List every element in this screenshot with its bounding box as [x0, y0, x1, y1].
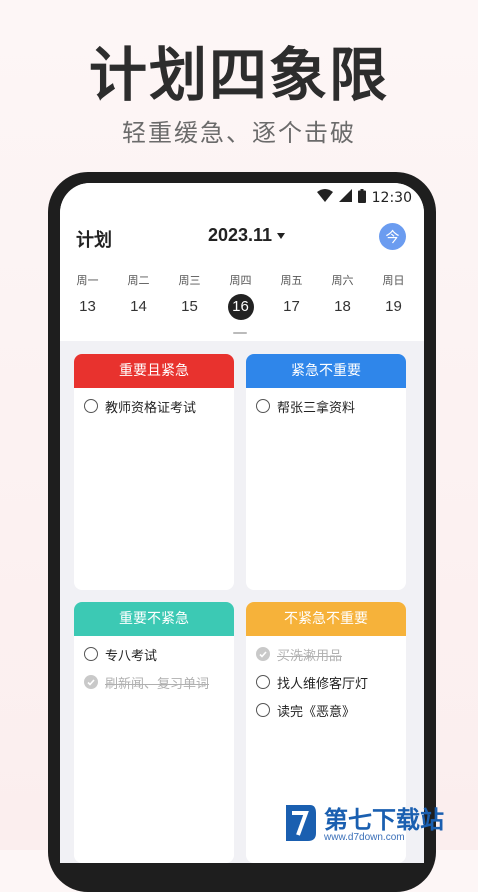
wifi-icon: [316, 189, 333, 207]
unchecked-circle-icon[interactable]: [84, 399, 98, 413]
task-item[interactable]: 找人维修客厅灯: [246, 668, 406, 696]
checked-circle-icon[interactable]: [84, 675, 98, 689]
unchecked-circle-icon[interactable]: [256, 675, 270, 689]
task-text: 买洗漱用品: [277, 648, 343, 664]
task-item[interactable]: 专八考试: [74, 640, 234, 668]
day-16[interactable]: 周四 16: [215, 272, 266, 320]
day-name: 周日: [382, 274, 405, 287]
status-bar: 12:30: [316, 187, 412, 209]
watermark: 第七下载站 www.d7down.com: [282, 800, 478, 850]
task-text: 找人维修客厅灯: [277, 676, 369, 692]
task-item[interactable]: 帮张三拿资料: [246, 392, 406, 420]
unchecked-circle-icon[interactable]: [256, 703, 270, 717]
day-number: 18: [334, 298, 351, 315]
quadrant-urgent-not-important: 紧急不重要帮张三拿资料: [246, 354, 406, 590]
hero-title: 计划四象限: [88, 41, 389, 109]
task-text: 读完《恶意》: [277, 704, 356, 720]
watermark-logo-icon: [282, 803, 318, 848]
unchecked-circle-icon[interactable]: [84, 647, 98, 661]
selected-day-indicator: [233, 332, 247, 334]
task-item[interactable]: 读完《恶意》: [246, 696, 406, 724]
calendar-header: 12:30 计划 2023.11 今 周一 13 周二 14 周三 15 周四 16 周五 17 周…: [60, 183, 424, 341]
task-list: 教师资格证考试: [74, 388, 234, 420]
day-number: 14: [130, 298, 147, 315]
page-title: 计划: [76, 230, 112, 251]
cellular-signal-icon: [338, 189, 352, 207]
day-17[interactable]: 周五 17: [266, 272, 317, 320]
day-19[interactable]: 周日 19: [368, 272, 419, 320]
week-strip: 周一 13 周二 14 周三 15 周四 16 周五 17 周六 18 周日 19: [62, 272, 422, 320]
day-name: 周三: [178, 274, 201, 287]
quadrant-important-not-urgent: 重要不紧急专八考试刷新闻、复习单词: [74, 602, 234, 863]
month-picker[interactable]: 2023.11: [208, 225, 286, 246]
task-text: 专八考试: [105, 648, 158, 664]
watermark-text: 第七下载站: [324, 805, 444, 834]
day-number: 16: [227, 294, 254, 320]
today-button[interactable]: 今: [379, 223, 406, 250]
task-text: 帮张三拿资料: [277, 400, 356, 416]
status-time: 12:30: [371, 190, 412, 206]
caret-down-icon: [276, 227, 286, 245]
task-list: 帮张三拿资料: [246, 388, 406, 420]
day-name: 周二: [127, 274, 150, 287]
day-number: 13: [79, 298, 96, 315]
task-list: 专八考试刷新闻、复习单词: [74, 636, 234, 696]
quadrant-title: 不紧急不重要: [246, 602, 406, 636]
day-14[interactable]: 周二 14: [113, 272, 164, 320]
checked-circle-icon[interactable]: [256, 647, 270, 661]
quadrant-title: 重要不紧急: [74, 602, 234, 636]
day-18[interactable]: 周六 18: [317, 272, 368, 320]
month-label: 2023.11: [208, 225, 273, 245]
day-name: 周一: [76, 274, 99, 287]
hero-subtitle: 轻重缓急、逐个击破: [122, 119, 356, 147]
battery-icon: [357, 188, 366, 208]
task-item[interactable]: 买洗漱用品: [246, 640, 406, 668]
phone-screen: 12:30 计划 2023.11 今 周一 13 周二 14 周三 15 周四 16 周五 17 周…: [60, 183, 424, 863]
day-15[interactable]: 周三 15: [164, 272, 215, 320]
quadrant-title: 紧急不重要: [246, 354, 406, 388]
day-number: 15: [181, 298, 198, 315]
task-text: 教师资格证考试: [105, 400, 197, 416]
quadrant-urgent-important: 重要且紧急教师资格证考试: [74, 354, 234, 590]
day-number: 19: [385, 298, 402, 315]
task-item[interactable]: 刷新闻、复习单词: [74, 668, 234, 696]
task-item[interactable]: 教师资格证考试: [74, 392, 234, 420]
day-name: 周六: [331, 274, 354, 287]
day-name: 周五: [280, 274, 303, 287]
task-list: 买洗漱用品找人维修客厅灯 读完《恶意》: [246, 636, 406, 724]
day-number: 17: [283, 298, 300, 315]
task-text: 刷新闻、复习单词: [105, 676, 210, 692]
unchecked-circle-icon[interactable]: [256, 399, 270, 413]
quadrant-title: 重要且紧急: [74, 354, 234, 388]
day-name: 周四: [229, 274, 252, 287]
day-13[interactable]: 周一 13: [62, 272, 113, 320]
